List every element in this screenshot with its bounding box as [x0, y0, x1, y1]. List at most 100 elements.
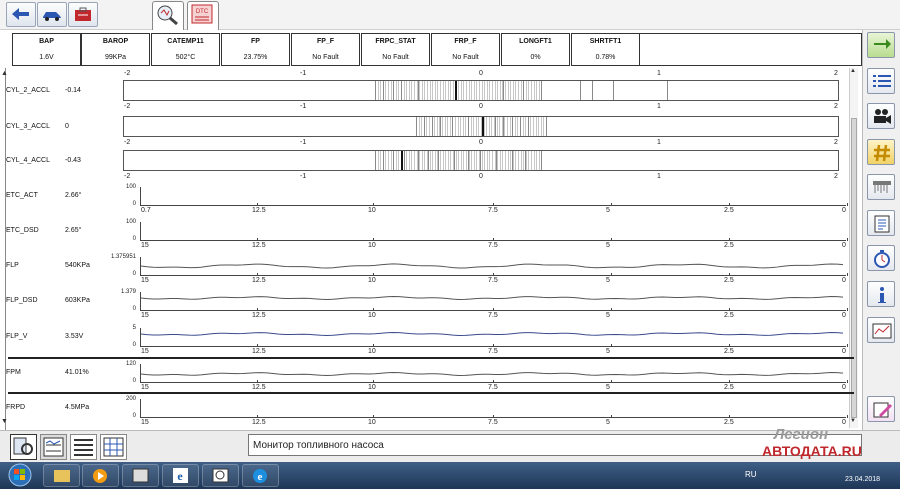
- tab-pid-list[interactable]: [10, 434, 37, 460]
- watermark-logo: Легион АВТОДАТА.RU: [760, 424, 900, 464]
- car-icon[interactable]: [37, 2, 67, 27]
- pid-cell[interactable]: FRP_F No Fault: [431, 33, 500, 66]
- time-axis-tick: 12.5: [252, 384, 266, 391]
- signal-value: 4.5MPa: [65, 404, 90, 411]
- pid-cell-label: FRPC_STAT: [375, 38, 416, 45]
- accel-line: [388, 81, 389, 100]
- clock-date[interactable]: 23.04.2018: [845, 476, 880, 483]
- swap-arrows-icon[interactable]: [867, 32, 895, 58]
- y-max-label: 100: [125, 219, 136, 225]
- time-axis-tick: 10: [368, 207, 376, 214]
- accel-line: [408, 81, 410, 100]
- top-toolbar: DTC: [0, 0, 900, 30]
- accel-axis-tick: 0: [479, 70, 483, 77]
- scrollbar-thumb[interactable]: [851, 118, 857, 418]
- accel-line: [418, 117, 420, 136]
- back-arrow-icon[interactable]: [6, 2, 36, 27]
- time-axis-tick: 7.5: [488, 207, 498, 214]
- accel-line: [447, 151, 449, 170]
- accel-line: [414, 151, 415, 170]
- accel-line: [416, 117, 417, 136]
- tab-table[interactable]: [70, 434, 97, 460]
- pid-cell-value: 99KPa: [104, 54, 127, 61]
- y-max-label: 5: [132, 325, 136, 331]
- toolbox-icon[interactable]: [68, 2, 98, 27]
- windows-start-icon[interactable]: [2, 463, 38, 488]
- watermark-line1: Легион: [774, 426, 829, 443]
- accel-line: [481, 151, 483, 170]
- accel-line: [538, 117, 540, 136]
- stopwatch-icon[interactable]: [867, 245, 895, 271]
- accel-line: [375, 81, 376, 100]
- y-max-label: 1.375951: [110, 254, 136, 260]
- accel-line: [457, 117, 459, 136]
- x-start-label: 15: [141, 277, 149, 284]
- time-axis-tick: 5: [606, 277, 610, 284]
- accel-line: [428, 151, 429, 170]
- accel-line: [466, 151, 467, 170]
- dtc-icon[interactable]: DTC: [187, 1, 219, 30]
- graph-settings-icon[interactable]: [867, 317, 895, 343]
- accel-line: [505, 81, 506, 100]
- y-min-label: 0: [132, 378, 136, 384]
- accel-line: [535, 117, 537, 136]
- x-tick-mark: [729, 415, 730, 418]
- time-axis-tick: 7.5: [488, 419, 498, 426]
- accel-line: [473, 117, 475, 136]
- list-view-icon[interactable]: [867, 68, 895, 94]
- pid-cell[interactable]: CATEMP11 502°C: [151, 33, 220, 66]
- accel-line: [432, 81, 434, 100]
- time-axis-tick: 12.5: [252, 277, 266, 284]
- time-axis-tick: 0: [842, 312, 846, 319]
- hash-icon[interactable]: [867, 139, 895, 165]
- accel-line: [450, 81, 452, 100]
- accel-line: [406, 81, 408, 100]
- accel-line: [460, 151, 462, 170]
- x-tick-mark: [847, 344, 848, 347]
- explorer-icon[interactable]: [43, 464, 80, 487]
- pid-cell[interactable]: SHRTFT1 0.78%: [571, 33, 640, 66]
- accel-axis-tick: 2: [834, 173, 838, 180]
- accel-line: [520, 117, 521, 136]
- comb-tool-icon[interactable]: [867, 174, 895, 200]
- report-icon[interactable]: [867, 210, 895, 236]
- ids-app-icon[interactable]: [122, 464, 159, 487]
- ie-icon[interactable]: e: [162, 464, 199, 487]
- tab-gauge-grid[interactable]: [100, 434, 127, 460]
- accel-axis-tick: 0: [479, 103, 483, 110]
- pid-cell[interactable]: FRPC_STAT No Fault: [361, 33, 430, 66]
- time-axis-tick: 12.5: [252, 242, 266, 249]
- language-indicator[interactable]: RU: [745, 470, 757, 479]
- pid-cell[interactable]: FP 23.75%: [221, 33, 290, 66]
- edit-icon[interactable]: [867, 396, 895, 422]
- accel-line: [437, 81, 439, 100]
- accel-line: [418, 81, 419, 100]
- accel-line: [411, 151, 413, 170]
- ie-blue-icon[interactable]: e: [242, 464, 279, 487]
- accel-line: [502, 151, 504, 170]
- pid-cell[interactable]: LONGFT1 0%: [501, 33, 570, 66]
- media-player-icon[interactable]: [82, 464, 119, 487]
- pid-cell[interactable]: BAROP 99KPa: [81, 33, 150, 66]
- tab-graph[interactable]: [40, 434, 67, 460]
- accel-line: [380, 81, 382, 100]
- vertical-scrollbar[interactable]: ▲ ▼: [849, 68, 858, 428]
- accel-line: [458, 81, 460, 100]
- diagnostic-tool-icon[interactable]: [202, 464, 239, 487]
- camera-icon[interactable]: [867, 103, 895, 129]
- accel-line: [424, 81, 426, 100]
- pid-cell-value: 502°C: [175, 54, 196, 61]
- info-icon[interactable]: [867, 281, 895, 307]
- signal-label: FRPD: [6, 404, 26, 411]
- pid-cell[interactable]: BAP 1.6V: [12, 33, 81, 66]
- pid-cell-label: SHRTFT1: [589, 38, 622, 45]
- pid-cell-label: LONGFT1: [519, 38, 552, 45]
- accel-line: [523, 81, 524, 100]
- accel-line: [440, 117, 441, 136]
- accel-line: [383, 81, 384, 100]
- datalogger-icon[interactable]: [152, 1, 184, 30]
- accel-line: [497, 81, 499, 100]
- pid-cell-value: 23.75%: [243, 54, 268, 61]
- pid-cell[interactable]: FP_F No Fault: [291, 33, 360, 66]
- signal-trace: [141, 371, 844, 376]
